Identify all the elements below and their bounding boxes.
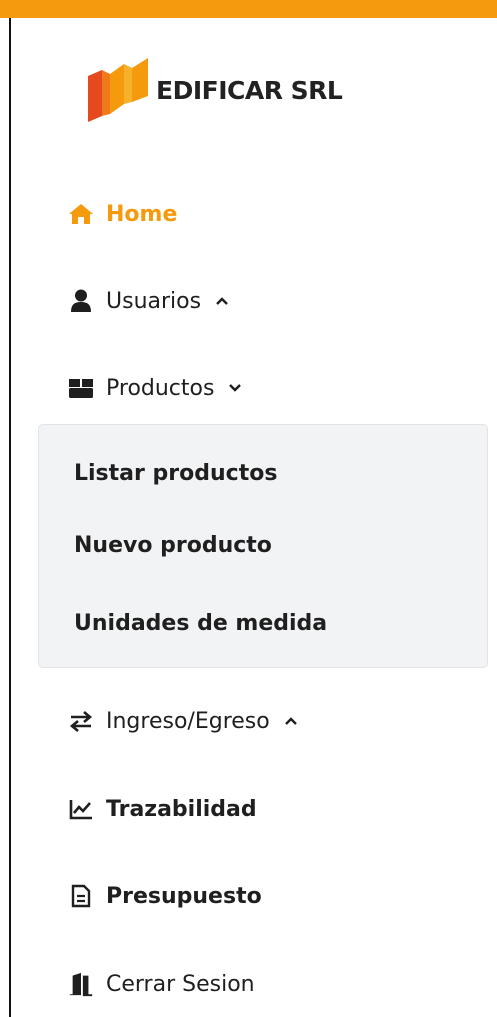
home-icon (68, 201, 94, 227)
building-logo-icon (88, 58, 148, 122)
nav-item-cerrar-sesion[interactable]: Cerrar Sesion (68, 966, 255, 1002)
top-accent-bar (0, 0, 497, 18)
nav-label-home: Home (106, 201, 178, 227)
chevron-up-icon[interactable] (215, 294, 229, 308)
productos-submenu: Listar productos Nuevo producto Unidades… (38, 424, 488, 668)
nav-label-cerrar-sesion: Cerrar Sesion (106, 971, 255, 997)
nav-label-trazabilidad: Trazabilidad (106, 796, 257, 822)
nav-label-usuarios: Usuarios (106, 288, 202, 314)
submenu-item-nuevo-producto[interactable]: Nuevo producto (74, 533, 272, 558)
nav-label-ingreso-egreso: Ingreso/Egreso (106, 708, 270, 734)
user-icon (68, 288, 94, 314)
exchange-icon (68, 708, 94, 734)
nav-item-trazabilidad[interactable]: Trazabilidad (68, 791, 257, 827)
nav-item-ingreso-egreso[interactable]: Ingreso/Egreso (68, 703, 298, 739)
nav-label-presupuesto: Presupuesto (106, 883, 262, 909)
nav-label-productos: Productos (106, 375, 215, 401)
nav-item-home[interactable]: Home (68, 196, 177, 232)
chevron-down-icon[interactable] (228, 381, 242, 395)
box-icon (68, 375, 94, 401)
document-icon (68, 883, 94, 909)
nav-item-presupuesto[interactable]: Presupuesto (68, 878, 262, 914)
left-border (9, 18, 11, 1017)
door-exit-icon (68, 971, 94, 997)
nav-item-usuarios[interactable]: Usuarios (68, 283, 229, 319)
brand-name: EDIFICAR SRL (156, 75, 343, 105)
submenu-item-listar-productos[interactable]: Listar productos (74, 461, 277, 486)
submenu-item-unidades-de-medida[interactable]: Unidades de medida (74, 611, 327, 636)
brand[interactable]: EDIFICAR SRL (86, 58, 343, 122)
chart-line-icon (68, 796, 94, 822)
chevron-up-icon[interactable] (284, 714, 298, 728)
nav-item-productos[interactable]: Productos (68, 370, 242, 406)
